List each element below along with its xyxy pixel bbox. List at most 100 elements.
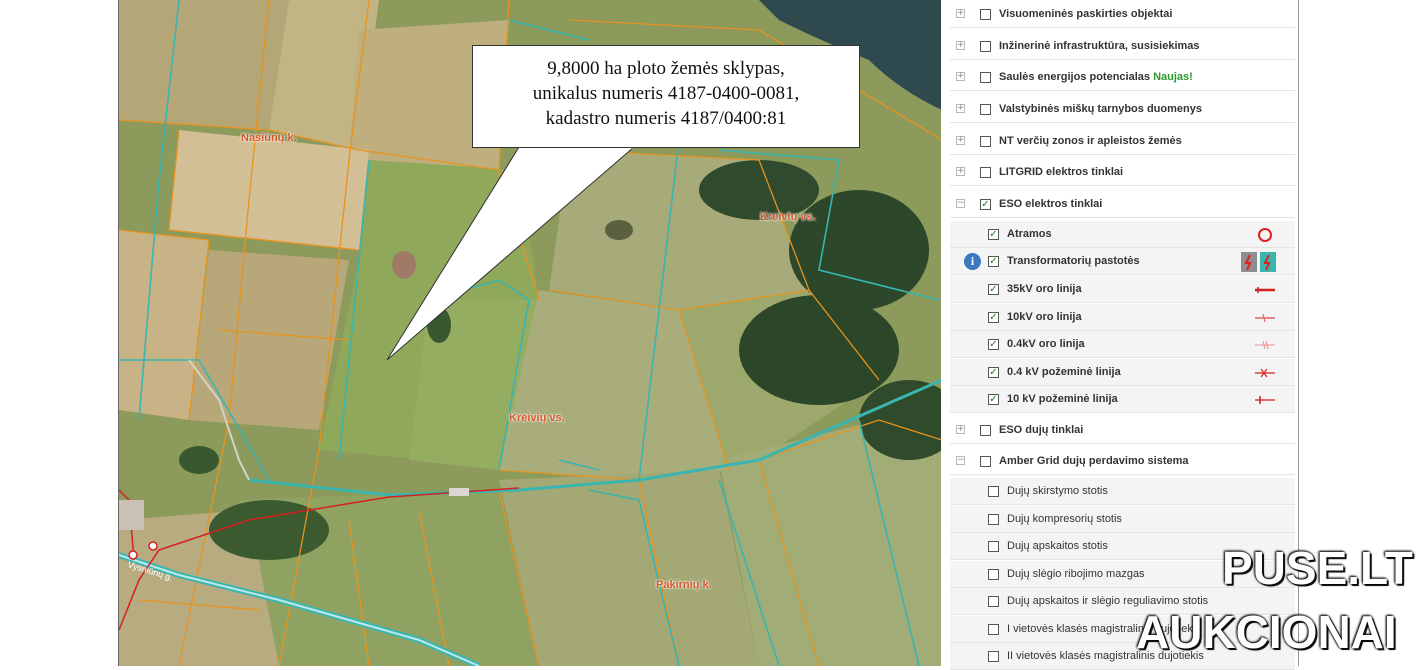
- layer-label: 35kV oro linija: [1007, 283, 1082, 295]
- layer-row[interactable]: + LITGRID elektros tinklai: [950, 159, 1295, 186]
- callout-line: unikalus numeris 4187-0400-0081,: [532, 83, 800, 104]
- substation-icon: [1241, 252, 1276, 272]
- line-04kv-underground-icon: [1255, 368, 1275, 378]
- layer-row[interactable]: i ✓ Transformatorių pastotės: [950, 248, 1295, 275]
- expand-icon[interactable]: +: [956, 72, 965, 81]
- layer-label-text: 10kV oro linija: [1007, 311, 1082, 323]
- layer-label: Transformatorių pastotės: [1007, 255, 1140, 267]
- layer-checkbox[interactable]: [980, 72, 991, 83]
- line-35kv-icon: [1255, 287, 1275, 293]
- layer-label-text: Valstybinės miškų tarnybos duomenys: [999, 103, 1202, 115]
- layer-label-text: Dujų apskaitos stotis: [1007, 540, 1108, 552]
- layer-checkbox[interactable]: [980, 41, 991, 52]
- layer-label: 10 kV požeminė linija: [1007, 393, 1118, 405]
- layer-label-text: LITGRID elektros tinklai: [999, 166, 1124, 178]
- layer-label-text: Dujų kompresorių stotis: [1007, 513, 1122, 525]
- layer-label-text: Dujų skirstymo stotis: [1007, 485, 1108, 497]
- layer-row[interactable]: − ✓ ESO elektros tinklai: [950, 191, 1295, 218]
- layer-checkbox[interactable]: [988, 624, 999, 635]
- layer-checkbox[interactable]: [988, 541, 999, 552]
- expand-icon[interactable]: +: [956, 9, 965, 18]
- collapse-icon[interactable]: −: [956, 199, 965, 208]
- callout-line: 9,8000 ha ploto žemės sklypas,: [547, 58, 785, 79]
- watermark: AUKCIONAI: [1136, 606, 1397, 658]
- expand-icon[interactable]: +: [956, 136, 965, 145]
- layer-label: ESO dujų tinklai: [999, 424, 1083, 436]
- layer-row[interactable]: ✓ 0.4 kV požeminė linija: [950, 359, 1295, 386]
- callout-line: kadastro numeris 4187/0400:81: [545, 108, 787, 129]
- info-icon[interactable]: i: [964, 253, 981, 270]
- layer-checkbox[interactable]: ✓: [988, 367, 999, 378]
- layer-checkbox[interactable]: ✓: [988, 394, 999, 405]
- layer-checkbox[interactable]: [988, 569, 999, 580]
- layer-checkbox[interactable]: [980, 104, 991, 115]
- watermark: PUSE.LT: [1222, 542, 1413, 594]
- layer-label-text: Saulės energijos potencialas: [999, 71, 1151, 83]
- layer-checkbox[interactable]: ✓: [988, 339, 999, 350]
- layer-row[interactable]: − Amber Grid dujų perdavimo sistema: [950, 448, 1295, 475]
- layer-checkbox[interactable]: ✓: [980, 199, 991, 210]
- layer-checkbox[interactable]: [980, 456, 991, 467]
- layer-checkbox[interactable]: [980, 136, 991, 147]
- layer-label: Visuomeninės paskirties objektai: [999, 8, 1172, 20]
- expand-icon[interactable]: +: [956, 104, 965, 113]
- circle-red-icon: [1258, 228, 1272, 242]
- layer-label-text: Transformatorių pastotės: [1007, 255, 1140, 267]
- layer-label: Atramos: [1007, 228, 1052, 240]
- layer-row[interactable]: ✓ 10 kV požeminė linija: [950, 386, 1295, 413]
- layer-label: LITGRID elektros tinklai: [999, 166, 1123, 178]
- layer-label: NT verčių zonos ir apleistos žemės: [999, 135, 1182, 147]
- layer-label-text: 0.4 kV požeminė linija: [1007, 366, 1121, 378]
- layer-checkbox[interactable]: [988, 514, 999, 525]
- layer-label: 0.4kV oro linija: [1007, 338, 1085, 350]
- layer-label-text: Atramos: [1007, 228, 1052, 240]
- layer-row[interactable]: ✓ 35kV oro linija: [950, 276, 1295, 303]
- collapse-icon[interactable]: −: [956, 456, 965, 465]
- parcel-callout: 9,8000 ha ploto žemės sklypas, unikalus …: [472, 45, 860, 148]
- layer-row[interactable]: + Inžinerinė infrastruktūra, susisiekimas: [950, 33, 1295, 60]
- layer-label: 0.4 kV požeminė linija: [1007, 366, 1121, 378]
- layer-label-text: Amber Grid dujų perdavimo sistema: [999, 455, 1189, 467]
- layer-label: Saulės energijos potencialas Naujas!: [999, 71, 1193, 83]
- layer-checkbox[interactable]: ✓: [988, 256, 999, 267]
- layer-row[interactable]: + Visuomeninės paskirties objektai: [950, 1, 1295, 28]
- layer-label: Dujų kompresorių stotis: [1007, 513, 1122, 525]
- expand-icon[interactable]: +: [956, 41, 965, 50]
- layer-checkbox[interactable]: ✓: [988, 312, 999, 323]
- layer-label: Dujų slėgio ribojimo mazgas: [1007, 568, 1145, 580]
- layer-row[interactable]: Dujų skirstymo stotis: [950, 478, 1295, 505]
- layer-label: Valstybinės miškų tarnybos duomenys: [999, 103, 1202, 115]
- layer-row[interactable]: ✓ 10kV oro linija: [950, 304, 1295, 331]
- layer-label-text: Visuomeninės paskirties objektai: [999, 8, 1173, 20]
- layer-row[interactable]: Dujų kompresorių stotis: [950, 506, 1295, 533]
- layer-label-text: 10 kV požeminė linija: [1007, 393, 1118, 405]
- new-badge: Naujas!: [1153, 71, 1193, 83]
- line-04kv-icon: [1255, 340, 1275, 350]
- layer-checkbox[interactable]: ✓: [988, 229, 999, 240]
- layer-label-text: ESO elektros tinklai: [999, 198, 1103, 210]
- layer-row[interactable]: + Valstybinės miškų tarnybos duomenys: [950, 96, 1295, 123]
- layer-label: ESO elektros tinklai: [999, 198, 1102, 210]
- layer-label: Inžinerinė infrastruktūra, susisiekimas: [999, 40, 1200, 52]
- layer-row[interactable]: + Saulės energijos potencialas Naujas!: [950, 64, 1295, 91]
- layer-label: 10kV oro linija: [1007, 311, 1082, 323]
- layer-label-text: Dujų slėgio ribojimo mazgas: [1007, 568, 1145, 580]
- layer-label-text: 35kV oro linija: [1007, 283, 1082, 295]
- layer-checkbox[interactable]: [980, 167, 991, 178]
- layer-checkbox[interactable]: ✓: [988, 284, 999, 295]
- layer-checkbox[interactable]: [980, 425, 991, 436]
- layer-row[interactable]: + NT verčių zonos ir apleistos žemės: [950, 128, 1295, 155]
- layer-label-text: NT verčių zonos ir apleistos žemės: [999, 135, 1182, 147]
- layer-row[interactable]: ✓ 0.4kV oro linija: [950, 331, 1295, 358]
- layer-checkbox[interactable]: [980, 9, 991, 20]
- layer-row[interactable]: ✓ Atramos: [950, 221, 1295, 248]
- layer-label-text: 0.4kV oro linija: [1007, 338, 1085, 350]
- layer-label: Amber Grid dujų perdavimo sistema: [999, 455, 1189, 467]
- expand-icon[interactable]: +: [956, 425, 965, 434]
- layer-checkbox[interactable]: [988, 596, 999, 607]
- line-10kv-underground-icon: [1255, 396, 1275, 404]
- layer-checkbox[interactable]: [988, 651, 999, 662]
- layer-row[interactable]: + ESO dujų tinklai: [950, 417, 1295, 444]
- expand-icon[interactable]: +: [956, 167, 965, 176]
- layer-checkbox[interactable]: [988, 486, 999, 497]
